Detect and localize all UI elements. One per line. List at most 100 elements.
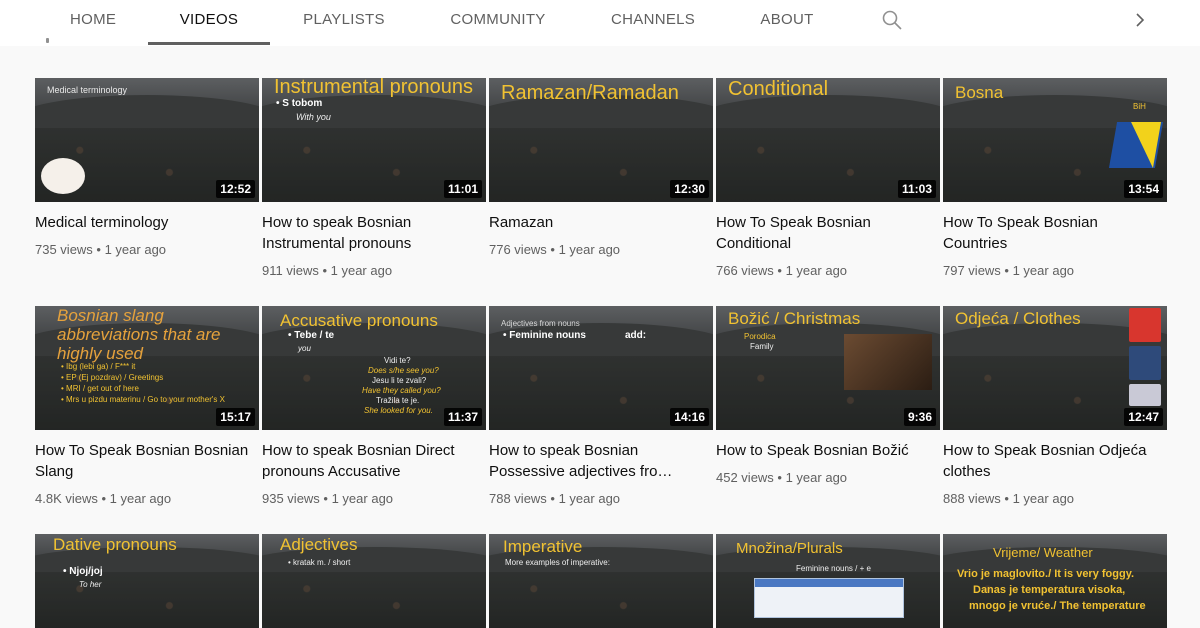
- thumbnail-title: Dative pronouns: [53, 535, 177, 554]
- video-meta: 797 views • 1 year ago: [943, 263, 1075, 278]
- thumbnail-line: To her: [79, 580, 102, 589]
- video-title[interactable]: How to speak Bosnian Instrumental pronou…: [262, 212, 482, 254]
- video-thumbnail[interactable]: Ramazan/Ramadan 12:30: [489, 78, 713, 202]
- video-title[interactable]: How to Speak Bosnian Odjeća clothes: [943, 440, 1163, 482]
- thumbnail-line: • Njoj/joj: [63, 566, 103, 577]
- video-thumbnail[interactable]: Dative pronouns • Njoj/joj To her: [35, 534, 259, 628]
- thumbnail-line: With you: [296, 112, 331, 122]
- thumbnail-line: Jesu li te zvali?: [372, 376, 427, 385]
- video-meta: 452 views • 1 year ago: [716, 470, 848, 485]
- thumbnail-line: Vrio je maglovito./ It is very foggy.: [957, 568, 1135, 580]
- thumbnail-line: Have they called you?: [362, 386, 441, 395]
- video-meta: 888 views • 1 year ago: [943, 491, 1075, 506]
- tab-playlists[interactable]: PLAYLISTS: [302, 0, 386, 44]
- video-thumbnail[interactable]: Odjeća / Clothes 12:47: [943, 306, 1167, 430]
- video-thumbnail[interactable]: Medical terminology 12:52: [35, 78, 259, 202]
- thumbnail-line: Porodica: [744, 332, 776, 341]
- thumbnail-line: • S tobom: [276, 98, 323, 109]
- video-thumbnail[interactable]: Adjectives from nouns • Feminine nouns a…: [489, 306, 713, 430]
- video-thumbnail[interactable]: Conditional 11:03: [716, 78, 940, 202]
- video-thumbnail[interactable]: Božić / Christmas Porodica Family 9:36: [716, 306, 940, 430]
- thumbnail-title: Množina/Plurals: [736, 540, 843, 557]
- thumbnail-line: Tražila te je.: [376, 396, 420, 405]
- video-duration: 12:52: [216, 180, 255, 198]
- video-thumbnail[interactable]: Vrijeme/ Weather Vrio je maglovito./ It …: [943, 534, 1167, 628]
- dress-image: [1129, 308, 1161, 342]
- video-title[interactable]: Medical terminology: [35, 212, 255, 233]
- thumbnail-title: Bosna: [955, 83, 1004, 102]
- thumbnail-line: • EP (Ej pozdrav) / Greetings: [61, 373, 164, 382]
- video-thumbnail[interactable]: Imperative More examples of imperative:: [489, 534, 713, 628]
- tab-community[interactable]: COMMUNITY: [449, 0, 547, 44]
- thumbnail-title: Adjectives: [280, 535, 358, 554]
- thumbnail-line: BiH: [1133, 102, 1146, 111]
- thumbnail-line: • kratak m. / short: [288, 558, 351, 567]
- flag-image: [1108, 122, 1164, 168]
- tab-videos[interactable]: VIDEOS: [178, 0, 240, 44]
- video-title[interactable]: How To Speak Bosnian Conditional: [716, 212, 936, 254]
- video-meta: 735 views • 1 year ago: [35, 242, 167, 257]
- presenter-image: [41, 158, 85, 194]
- thumbnail-line: Does s/he see you?: [368, 366, 439, 375]
- video-title[interactable]: How to speak Bosnian Possessive adjectiv…: [489, 440, 709, 482]
- tab-home[interactable]: HOME: [70, 0, 116, 44]
- search-icon[interactable]: [880, 8, 904, 32]
- video-title[interactable]: How To Speak Bosnian Countries: [943, 212, 1163, 254]
- video-title[interactable]: How To Speak Bosnian Bosnian Slang: [35, 440, 255, 482]
- thumbnail-line: • Ibg (lebi ga) / F*** it: [61, 362, 136, 371]
- tab-about[interactable]: ABOUT: [760, 0, 814, 44]
- thumbnail-line: Vidi te?: [384, 356, 411, 365]
- thumbnail-title: Odjeća / Clothes: [955, 309, 1081, 328]
- thumbnail-line: Danas je temperatura visoka,: [973, 584, 1126, 596]
- video-meta: 776 views • 1 year ago: [489, 242, 621, 257]
- divider: [46, 38, 49, 43]
- video-duration: 11:01: [443, 180, 482, 198]
- channel-tab-bar: HOME VIDEOS PLAYLISTS COMMUNITY CHANNELS…: [0, 0, 1200, 46]
- video-thumbnail[interactable]: Bosna BiH 13:54: [943, 78, 1167, 202]
- thumbnail-title: Medical terminology: [47, 85, 128, 95]
- video-thumbnail[interactable]: Množina/Plurals Feminine nouns / + e: [716, 534, 940, 628]
- thumbnail-line: She looked for you.: [364, 406, 433, 415]
- thumbnail-title: Božić / Christmas: [728, 309, 861, 328]
- video-title[interactable]: Ramazan: [489, 212, 709, 233]
- video-thumbnail[interactable]: Instrumental pronouns • S tobom With you…: [262, 78, 486, 202]
- chevron-right-icon[interactable]: [1130, 10, 1150, 30]
- video-title[interactable]: How to Speak Bosnian Božić: [716, 440, 936, 461]
- video-duration: 12:30: [670, 180, 709, 198]
- plurals-table: [754, 578, 904, 618]
- video-duration: 15:17: [216, 408, 255, 426]
- video-title[interactable]: How to speak Bosnian Direct pronouns Acc…: [262, 440, 482, 482]
- video-duration: 12:47: [1124, 408, 1163, 426]
- video-thumbnail[interactable]: Accusative pronouns • Tebe / te you Vidi…: [262, 306, 486, 430]
- tab-channels[interactable]: CHANNELS: [611, 0, 695, 44]
- video-meta: 4.8K views • 1 year ago: [35, 491, 172, 506]
- thumbnail-line: mnogo je vruće./ The temperature: [969, 600, 1146, 612]
- video-thumbnail[interactable]: Adjectives • kratak m. / short: [262, 534, 486, 628]
- thumbnail-line: you: [298, 344, 311, 353]
- thumbnail-line: Family: [750, 342, 774, 351]
- thumbnail-title: Bosnian slang abbreviations that are hig…: [57, 306, 221, 363]
- shirt-image: [1129, 384, 1161, 406]
- video-meta: 911 views • 1 year ago: [262, 263, 393, 278]
- thumbnail-title: Imperative: [503, 537, 583, 556]
- video-duration: 9:36: [903, 408, 936, 426]
- video-meta: 788 views • 1 year ago: [489, 491, 621, 506]
- christmas-photo: [844, 334, 932, 390]
- thumbnail-line: • MRI / get out of here: [61, 384, 139, 393]
- video-duration: 11:37: [443, 408, 482, 426]
- thumbnail-title: Conditional: [728, 78, 829, 100]
- video-duration: 13:54: [1124, 180, 1163, 198]
- thumbnail-title: Instrumental pronouns: [274, 78, 474, 98]
- video-meta: 766 views • 1 year ago: [716, 263, 848, 278]
- active-tab-indicator: [148, 42, 270, 45]
- video-duration: 14:16: [670, 408, 709, 426]
- thumbnail-line: add:: [625, 330, 647, 341]
- thumbnail-line: More examples of imperative:: [505, 558, 610, 567]
- thumbnail-line: • Tebe / te: [288, 330, 335, 341]
- video-meta: 935 views • 1 year ago: [262, 491, 394, 506]
- thumbnail-title: Ramazan/Ramadan: [501, 82, 679, 104]
- jeans-image: [1129, 346, 1161, 380]
- thumbnail-line: • Mrs u pizdu materinu / Go to your moth…: [61, 395, 225, 404]
- video-thumbnail[interactable]: Bosnian slang abbreviations that are hig…: [35, 306, 259, 430]
- thumbnail-line: • Feminine nouns: [503, 330, 586, 341]
